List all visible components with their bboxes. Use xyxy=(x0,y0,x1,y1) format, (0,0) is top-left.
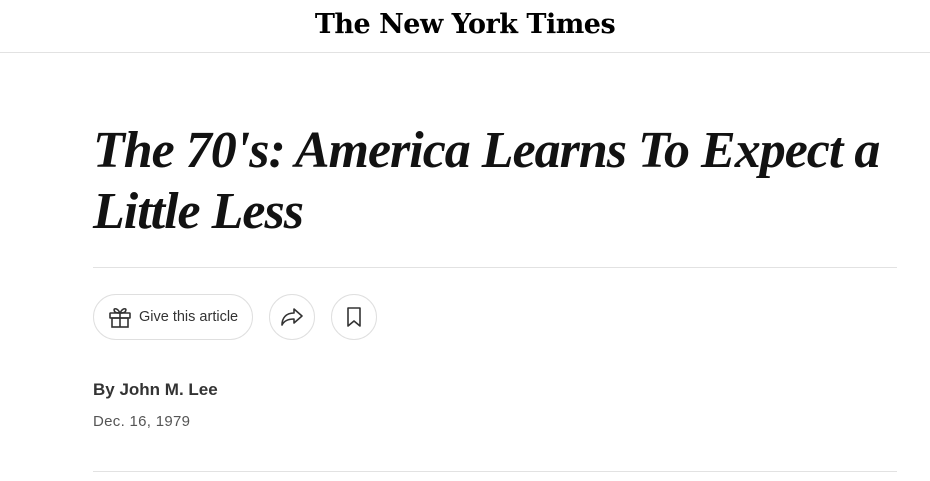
share-icon xyxy=(279,305,305,329)
give-article-label: Give this article xyxy=(139,309,239,325)
article-headline: The 70's: America Learns To Expect a Lit… xyxy=(93,122,880,240)
byline: By John M. Lee xyxy=(93,380,218,399)
publish-date: Dec. 16, 1979 xyxy=(93,413,191,430)
masthead: The New York Times xyxy=(0,0,930,53)
bookmark-icon xyxy=(345,305,363,329)
gift-icon xyxy=(107,304,133,330)
divider-top xyxy=(93,267,897,268)
nyt-logo[interactable]: The New York Times xyxy=(315,9,616,40)
article-actions: Give this article xyxy=(93,294,378,340)
save-button[interactable] xyxy=(331,294,378,340)
give-article-button[interactable]: Give this article xyxy=(93,294,254,340)
divider-bottom xyxy=(93,471,897,472)
share-button[interactable] xyxy=(269,294,316,340)
